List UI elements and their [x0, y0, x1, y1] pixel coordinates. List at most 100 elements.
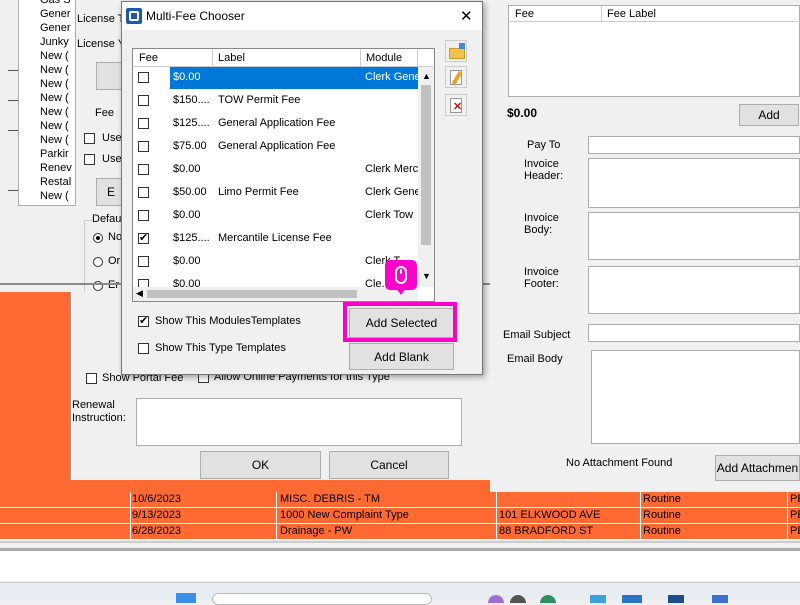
fee-list-item[interactable]: $0.00Clerk T... — [133, 251, 418, 274]
scroll-thumb[interactable] — [421, 85, 431, 245]
invoice-body-input[interactable] — [588, 212, 800, 260]
license-type-item[interactable]: New ( — [40, 106, 69, 118]
ok-label: OK — [251, 458, 270, 472]
taskbar-icon[interactable] — [622, 595, 642, 603]
use-checkbox-2[interactable] — [84, 154, 95, 165]
grid-line — [496, 524, 497, 540]
invoice-footer-input[interactable] — [588, 266, 800, 314]
license-type-item[interactable]: New ( — [40, 92, 69, 104]
fee-row-checkbox[interactable] — [138, 256, 149, 267]
fee-row-fee: $150.... — [173, 94, 210, 106]
close-icon[interactable]: ✕ — [460, 7, 473, 25]
fee-row-checkbox[interactable] — [138, 72, 149, 83]
taskbar-icon[interactable] — [488, 595, 504, 603]
default-option-radio[interactable] — [93, 257, 103, 267]
fee-row-checkbox[interactable] — [138, 210, 149, 221]
taskbar-icon[interactable] — [712, 595, 728, 603]
license-type-item[interactable]: New ( — [40, 64, 69, 76]
license-type-item[interactable]: Gas S — [40, 0, 71, 6]
license-type-item[interactable]: Parkir — [40, 148, 69, 160]
license-type-item[interactable]: New ( — [40, 134, 69, 146]
h-scroll-thumb[interactable] — [147, 290, 357, 298]
fee-list-rows: $0.00 Clerk Gene $150.... TOW Permit Fee $12… — [133, 67, 418, 287]
table-row[interactable]: 9/13/2023 1000 New Complaint Type 101 ELKW… — [0, 508, 800, 524]
license-type-item[interactable]: Renev — [40, 162, 72, 174]
license-type-item[interactable]: Gener — [40, 22, 71, 34]
fee-list-item[interactable]: $0.00 Cle... — [133, 274, 418, 287]
fee-row-checkbox[interactable] — [138, 164, 149, 175]
fee-table[interactable]: Fee Fee Label — [508, 5, 800, 97]
windows-start-icon[interactable] — [176, 593, 196, 603]
add-fee-button[interactable]: Add — [739, 104, 799, 126]
renewal-instruction-input[interactable] — [136, 398, 462, 446]
invoice-header-input[interactable] — [588, 158, 800, 208]
callout-pointer — [396, 288, 406, 295]
add-attachment-label: Add Attachmen — [716, 461, 799, 475]
default-option-radio[interactable] — [93, 233, 103, 243]
email-subject-input[interactable] — [588, 324, 800, 342]
license-type-item[interactable]: New ( — [40, 190, 69, 202]
license-type-item[interactable]: New ( — [40, 120, 69, 132]
use-label-1: Use — [102, 132, 122, 144]
col-divider — [601, 6, 602, 22]
show-portal-fee-checkbox[interactable] — [86, 373, 97, 384]
fee-list-item[interactable]: $0.00 Clerk Tow — [133, 205, 418, 228]
add-blank-button[interactable]: Add Blank — [349, 343, 454, 370]
table-row[interactable]: 10/6/2023 MISC. DEBRIS - TM Routine PE — [0, 492, 800, 508]
taskbar-icon[interactable] — [668, 595, 684, 603]
add-attachment-button[interactable]: Add Attachmen — [715, 455, 800, 481]
fee-list-item[interactable]: $50.00 Limo Permit Fee Clerk Gene — [133, 182, 418, 205]
fee-list-item[interactable]: $0.00 Clerk Gene — [133, 67, 418, 90]
fee-list-item[interactable]: $75.00 General Application Fee — [133, 136, 418, 159]
dialog-title-bar[interactable]: Multi-Fee Chooser ✕ — [122, 2, 482, 30]
col-header-module[interactable]: Module — [366, 52, 402, 64]
checkmark-icon: ✔ — [139, 315, 149, 327]
use-checkbox-1[interactable] — [84, 133, 95, 144]
license-type-item[interactable]: New ( — [40, 50, 69, 62]
license-type-item[interactable]: Restal — [40, 176, 71, 188]
ok-button[interactable]: OK — [200, 451, 321, 479]
col-header-label[interactable]: Label — [218, 52, 245, 64]
fee-list-item[interactable]: $0.00 Clerk Merc — [133, 159, 418, 182]
fee-list-header: Fee Label Module — [133, 49, 433, 67]
fee-label-col-header[interactable]: Fee Label — [607, 8, 656, 20]
search-box[interactable] — [212, 593, 432, 605]
table-row[interactable]: 6/28/2023 Drainage - PW 88 BRADFORD ST Rout… — [0, 524, 800, 540]
fee-row-checkbox[interactable] — [138, 118, 149, 129]
fee-row-checkbox[interactable] — [138, 187, 149, 198]
scroll-left-icon[interactable]: ◀ — [136, 288, 143, 299]
fee-label: Fee — [95, 107, 114, 119]
fee-row-fee: $0.00 — [173, 255, 201, 267]
email-body-input[interactable] — [591, 350, 800, 444]
vertical-scrollbar[interactable]: ▲ ▼ — [418, 67, 434, 287]
fee-list-item[interactable]: ✔ $125.... Mercantile License Fee — [133, 228, 418, 251]
license-type-item[interactable]: New ( — [40, 78, 69, 90]
taskbar-icon[interactable] — [510, 595, 526, 603]
checkmark-icon: ✔ — [139, 232, 149, 244]
scroll-down-icon[interactable]: ▼ — [422, 271, 431, 281]
taskbar-icon[interactable] — [540, 595, 556, 603]
show-modules-templates-checkbox[interactable]: ✔ — [138, 315, 149, 327]
horizontal-scrollbar[interactable]: ◀ — [133, 287, 418, 301]
scroll-up-icon[interactable]: ▲ — [422, 71, 431, 81]
fee-row-checkbox[interactable] — [138, 279, 149, 287]
open-folder-icon[interactable] — [445, 40, 467, 62]
edit-icon[interactable] — [445, 66, 467, 88]
taskbar-icon[interactable] — [590, 595, 606, 603]
fee-row-checkbox[interactable]: ✔ — [138, 232, 149, 244]
cancel-button[interactable]: Cancel — [329, 451, 449, 479]
fee-col-header[interactable]: Fee — [515, 8, 534, 20]
fee-row-checkbox[interactable] — [138, 141, 149, 152]
fee-row-fee: $0.00 — [173, 163, 201, 175]
show-type-templates-checkbox[interactable] — [138, 343, 149, 354]
license-type-item[interactable]: Gener — [40, 8, 71, 20]
fee-row-checkbox[interactable] — [138, 95, 149, 106]
default-option-label: Or — [108, 255, 121, 267]
delete-icon[interactable]: ✕ — [445, 94, 467, 116]
fee-list-item[interactable]: $125.... General Application Fee — [133, 113, 418, 136]
fee-list-item[interactable]: $150.... TOW Permit Fee — [133, 90, 418, 113]
pay-to-input[interactable] — [588, 136, 800, 154]
license-type-list[interactable]: Gas S Gener Gener Junky New ( New ( New ( New (… — [18, 0, 76, 206]
col-header-fee[interactable]: Fee — [139, 52, 158, 64]
license-type-item[interactable]: Junky — [40, 36, 69, 48]
